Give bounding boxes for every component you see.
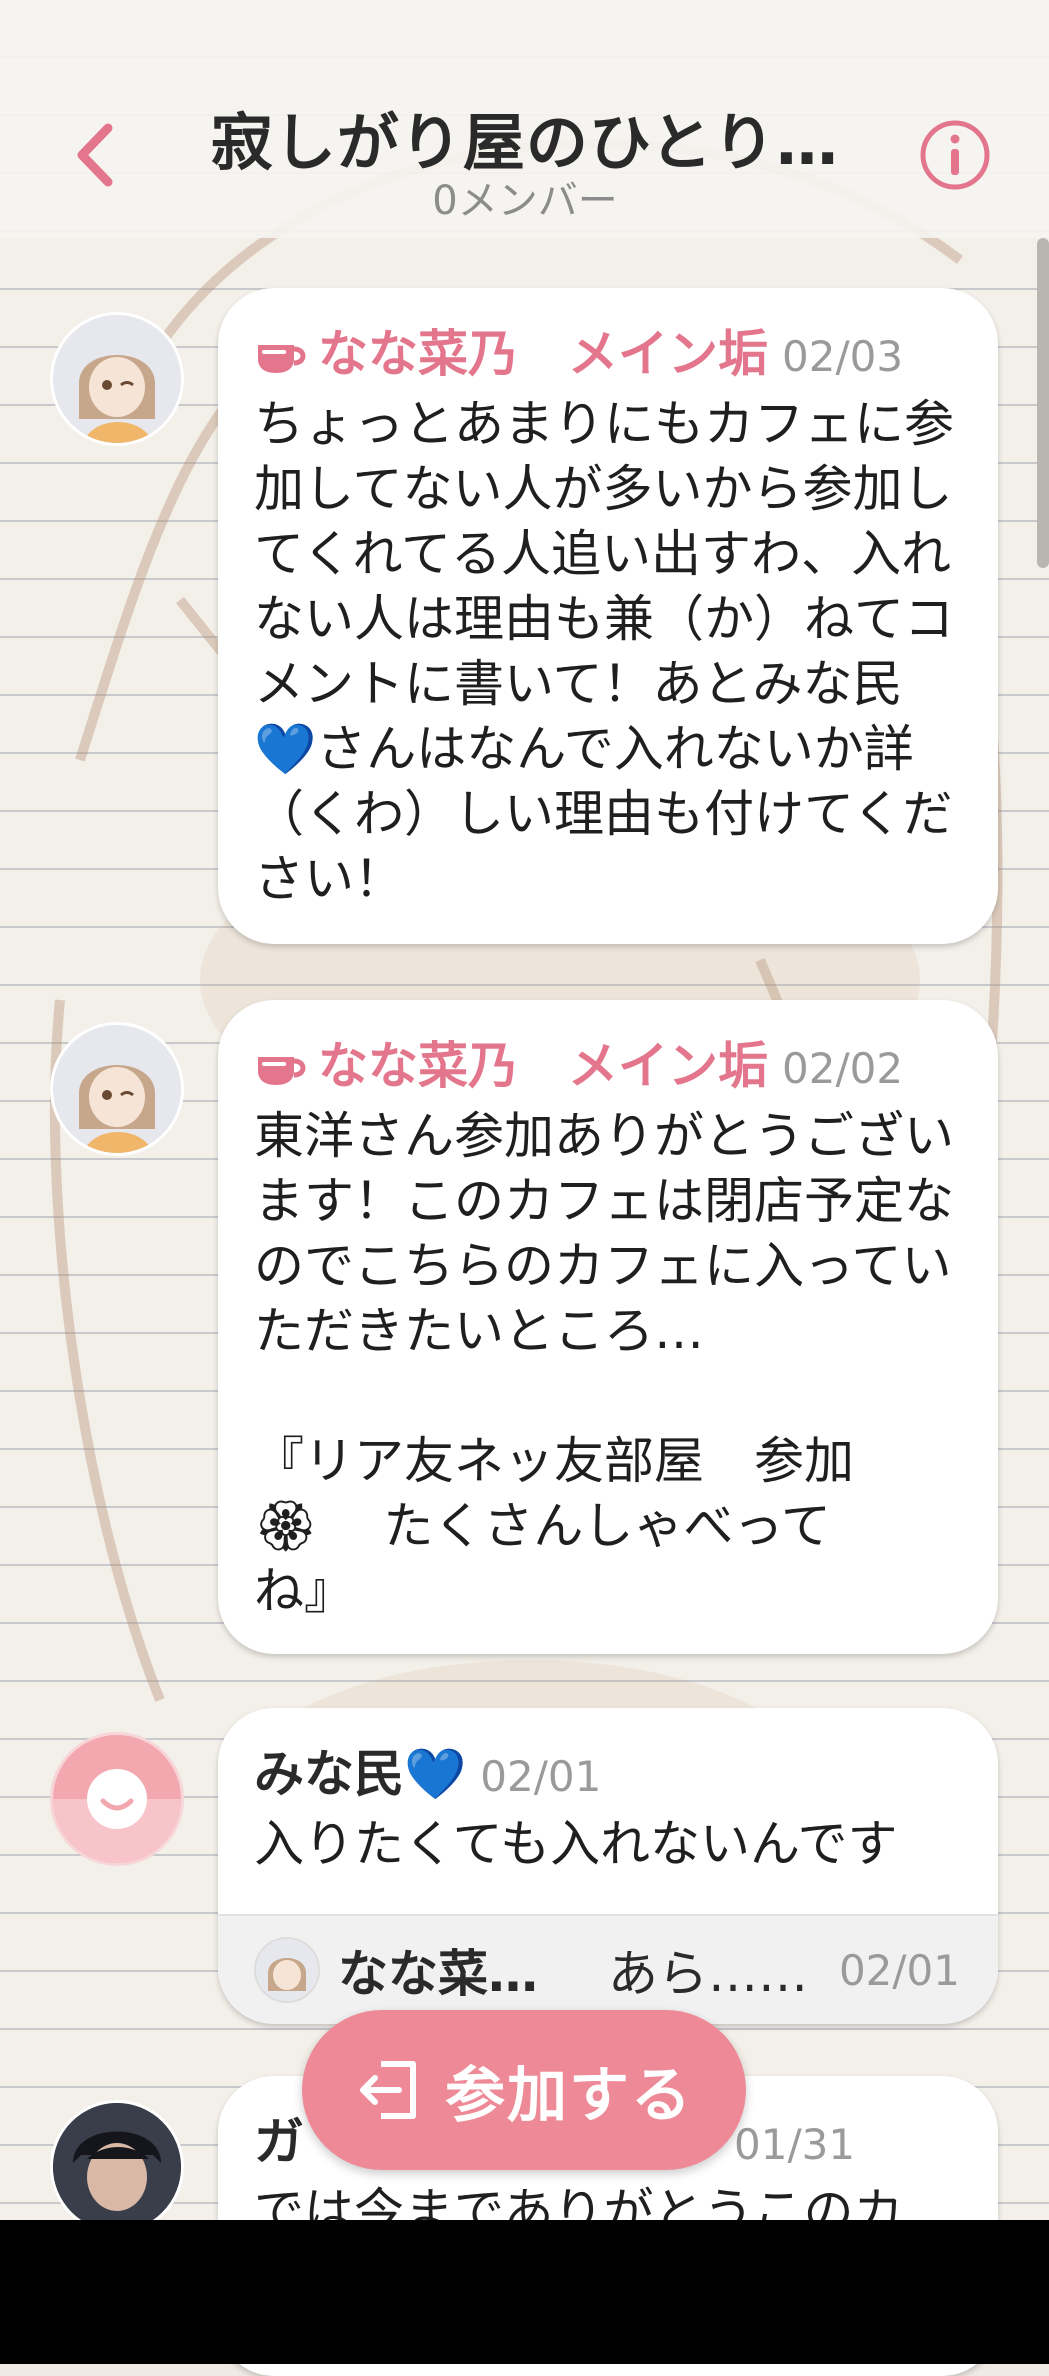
message-bubble[interactable]: なな菜乃 メイン垢 02/02 東洋さん参加ありがとうございます！このカフェは閉… [218,1000,998,1654]
message-date: 02/01 [480,1752,602,1801]
reply-date: 02/01 [838,1945,960,1995]
avatar[interactable] [50,1732,184,1866]
avatar[interactable] [50,312,184,446]
member-count: 0メンバー [432,178,618,224]
message-date: 02/03 [782,332,904,381]
sender-name[interactable]: なな菜乃 メイン垢 [318,314,768,386]
info-icon[interactable] [918,118,992,192]
reply-text: あら…… [608,1945,808,2003]
message-date: 02/02 [782,1044,904,1093]
join-button[interactable]: 参加する [302,2010,746,2170]
reply-avatar [254,1937,320,2003]
back-button[interactable] [70,120,120,190]
coffee-cup-icon [258,345,306,373]
message-text: 入りたくても入れないんです [254,1815,898,1873]
scrollbar[interactable] [1037,238,1049,568]
message-text: 東洋さん参加ありがとうございます！このカフェは閉店予定なのでこちらのカフェに入っ… [254,1107,954,1620]
avatar[interactable] [50,1022,184,1156]
enter-icon [360,2061,416,2119]
chat-header: 寂しがり屋のひとり… 0メンバー [0,0,1049,238]
coffee-cup-icon [258,1057,306,1085]
sender-name[interactable]: みな民💙 [254,1734,466,1806]
message-text: ちょっとあまりにもカフェに参加してない人が多いから参加してくれてる人追い出すわ、… [254,395,954,908]
sender-name[interactable]: ガ [254,2102,304,2174]
sender-name[interactable]: なな菜乃 メイン垢 [318,1026,768,1098]
reply-sender: なな菜… [338,1945,538,2003]
message-date: 01/31 [734,2120,856,2169]
message-bubble[interactable]: なな菜乃 メイン垢 02/03 ちょっとあまりにもカフェに参加してない人が多いか… [218,288,998,944]
avatar[interactable] [50,2100,184,2234]
reply-preview[interactable]: なな菜… あら…… 02/01 [218,1914,998,2024]
system-navigation-bar [0,2220,1049,2364]
message-bubble[interactable]: みな民💙 02/01 入りたくても入れないんです なな菜… あら…… 02/01 [218,1708,998,2024]
join-button-label: 参加する [445,2060,693,2131]
